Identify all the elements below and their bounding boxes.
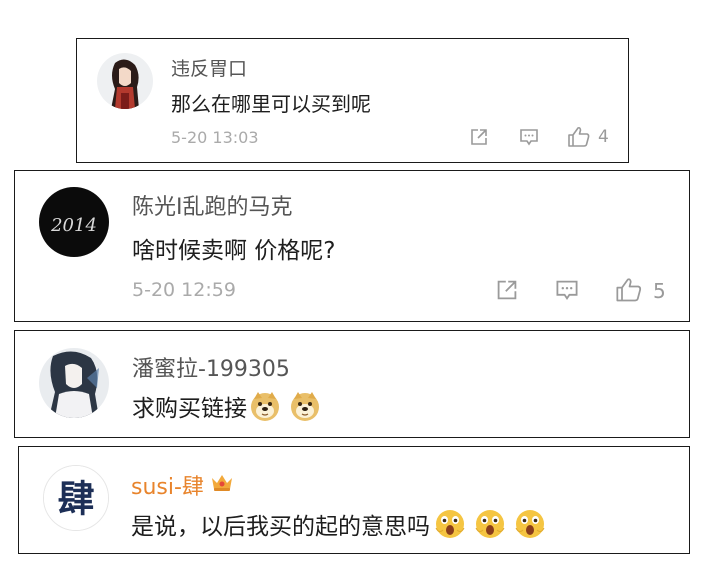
shocked-face-emoji-icon bbox=[474, 508, 506, 540]
thumbs-up-icon bbox=[616, 278, 642, 302]
shocked-face-emoji-icon bbox=[514, 508, 546, 540]
comment-text: 是说，以后我买的起的意思吗 bbox=[131, 507, 546, 541]
avatar[interactable]: 肆 bbox=[43, 465, 109, 531]
doge-emoji-icon bbox=[249, 390, 281, 422]
crown-vip-badge-icon bbox=[210, 472, 234, 498]
comment-text: 啥时候卖啊 价格呢? bbox=[132, 238, 336, 264]
ink-painting-avatar-icon bbox=[39, 348, 109, 418]
reply-button[interactable] bbox=[554, 277, 580, 303]
comment-icon bbox=[556, 280, 578, 301]
avatar[interactable] bbox=[97, 53, 153, 109]
like-count: 4 bbox=[598, 127, 609, 147]
comment-text: 那么在哪里可以买到呢 bbox=[171, 92, 371, 116]
doge-emoji-icon bbox=[289, 390, 321, 422]
like-button[interactable] bbox=[614, 275, 644, 305]
like-button[interactable] bbox=[566, 124, 592, 150]
comment-card: 潘蜜拉-199305 求购买链接 bbox=[14, 330, 690, 438]
comment-text-content: 求购买链接 bbox=[132, 396, 247, 422]
username[interactable]: 潘蜜拉-199305 bbox=[132, 351, 290, 383]
username-text: susi-肆 bbox=[131, 475, 204, 500]
reply-button[interactable] bbox=[518, 126, 540, 148]
like-count: 5 bbox=[653, 279, 666, 303]
avatar[interactable] bbox=[39, 348, 109, 418]
timestamp: 5-20 12:59 bbox=[132, 279, 236, 301]
2014-black-avatar-icon: 2014 bbox=[39, 187, 109, 257]
shocked-face-emoji-icon bbox=[434, 508, 466, 540]
username[interactable]: 陈光I乱跑的马克 bbox=[132, 189, 293, 221]
comment-card: 违反胃口 那么在哪里可以买到呢 5-20 13:03 4 bbox=[76, 38, 629, 163]
share-button[interactable] bbox=[468, 126, 490, 148]
share-icon bbox=[471, 129, 487, 145]
thumbs-up-icon bbox=[568, 126, 590, 147]
comment-text-content: 是说，以后我买的起的意思吗 bbox=[131, 514, 430, 540]
comment-card: 2014 陈光I乱跑的马克 啥时候卖啊 价格呢? 5-20 12:59 5 bbox=[14, 170, 690, 322]
comment-icon bbox=[520, 129, 538, 146]
share-button[interactable] bbox=[494, 277, 520, 303]
svg-text:2014: 2014 bbox=[50, 215, 97, 236]
avatar[interactable]: 2014 bbox=[39, 187, 109, 257]
comment-text: 求购买链接 bbox=[132, 389, 321, 423]
share-icon bbox=[497, 280, 517, 300]
timestamp: 5-20 13:03 bbox=[171, 128, 259, 147]
svg-text:肆: 肆 bbox=[58, 477, 95, 521]
calligraphy-character-avatar-icon: 肆 bbox=[44, 466, 108, 530]
username[interactable]: 违反胃口 bbox=[171, 54, 247, 81]
comment-card: 肆 susi-肆 是说，以后我买的起的意思吗 bbox=[18, 446, 690, 554]
username[interactable]: susi-肆 bbox=[131, 469, 234, 501]
anime-girl-avatar-icon bbox=[97, 53, 153, 109]
